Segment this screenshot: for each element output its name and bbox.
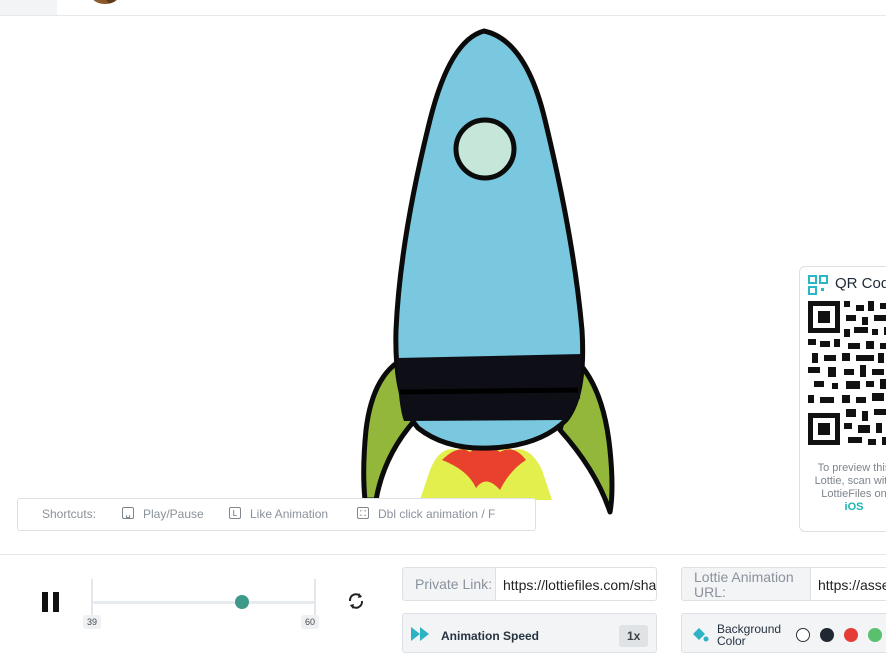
- pause-icon: [42, 592, 48, 612]
- animation-speed-control[interactable]: Animation Speed 1x: [402, 613, 657, 653]
- swatch-red[interactable]: [844, 628, 858, 642]
- lottie-url-input[interactable]: https://assets.lottiefiles.com/: [810, 568, 886, 600]
- qr-hint-text: To preview this Lottie, scan with Lottie…: [814, 462, 886, 500]
- shortcuts-bar: Shortcuts: ␣ Play/Pause L Like Animation…: [17, 498, 536, 531]
- ios-link[interactable]: iOS: [806, 501, 886, 514]
- private-link-field: Private Link: https://lottiefiles.com/sh…: [402, 567, 657, 601]
- qr-code-image: [808, 301, 886, 445]
- background-color-label: Background Color: [717, 622, 782, 648]
- rocket-illustration: [361, 28, 615, 515]
- lottie-url-field: Lottie Animation URL: https://assets.lot…: [681, 567, 886, 601]
- frame-slider[interactable]: 39 60: [83, 579, 320, 639]
- active-tab[interactable]: [0, 0, 57, 15]
- shortcut-like-animation: Like Animation: [250, 507, 329, 521]
- private-link-input[interactable]: https://lottiefiles.com/share/: [495, 568, 656, 600]
- private-link-label: Private Link:: [415, 576, 493, 592]
- paint-bucket-icon: [693, 628, 709, 642]
- shortcuts-title: Shortcuts:: [42, 507, 97, 521]
- top-bar: [0, 0, 886, 16]
- shortcut-double-click: Dbl click animation / F: [378, 507, 496, 521]
- player-controls: 39 60: [0, 555, 390, 648]
- qr-code-panel: QR Code To preview this: [799, 266, 886, 532]
- range-start-label: 39: [83, 615, 102, 629]
- animation-stage[interactable]: QR Code To preview this: [0, 16, 886, 554]
- loop-icon[interactable]: [346, 591, 366, 611]
- slider-track: [91, 601, 316, 604]
- qr-title: QR Code: [835, 275, 886, 292]
- slider-thumb[interactable]: [234, 595, 249, 609]
- expand-key-icon: ⛶: [357, 507, 369, 519]
- speed-value[interactable]: 1x: [619, 625, 649, 647]
- pause-button[interactable]: [42, 592, 60, 612]
- qr-hint: To preview this Lottie, scan with Lottie…: [806, 462, 886, 514]
- swatch-dark[interactable]: [820, 628, 834, 642]
- swatch-green[interactable]: [868, 628, 882, 642]
- qr-icon: [808, 275, 828, 295]
- background-color-control: Background Color: [681, 613, 886, 653]
- speed-label: Animation Speed: [441, 629, 540, 643]
- lottie-url-label: Lottie Animation URL:: [694, 569, 794, 600]
- spacebar-key-icon: ␣: [122, 507, 134, 519]
- swatch-white[interactable]: [796, 628, 810, 642]
- shortcut-play-pause: Play/Pause: [143, 507, 204, 521]
- avatar[interactable]: [88, 0, 122, 4]
- fast-forward-icon: [411, 627, 429, 641]
- range-end-label: 60: [301, 615, 320, 629]
- l-key-icon: L: [229, 507, 241, 519]
